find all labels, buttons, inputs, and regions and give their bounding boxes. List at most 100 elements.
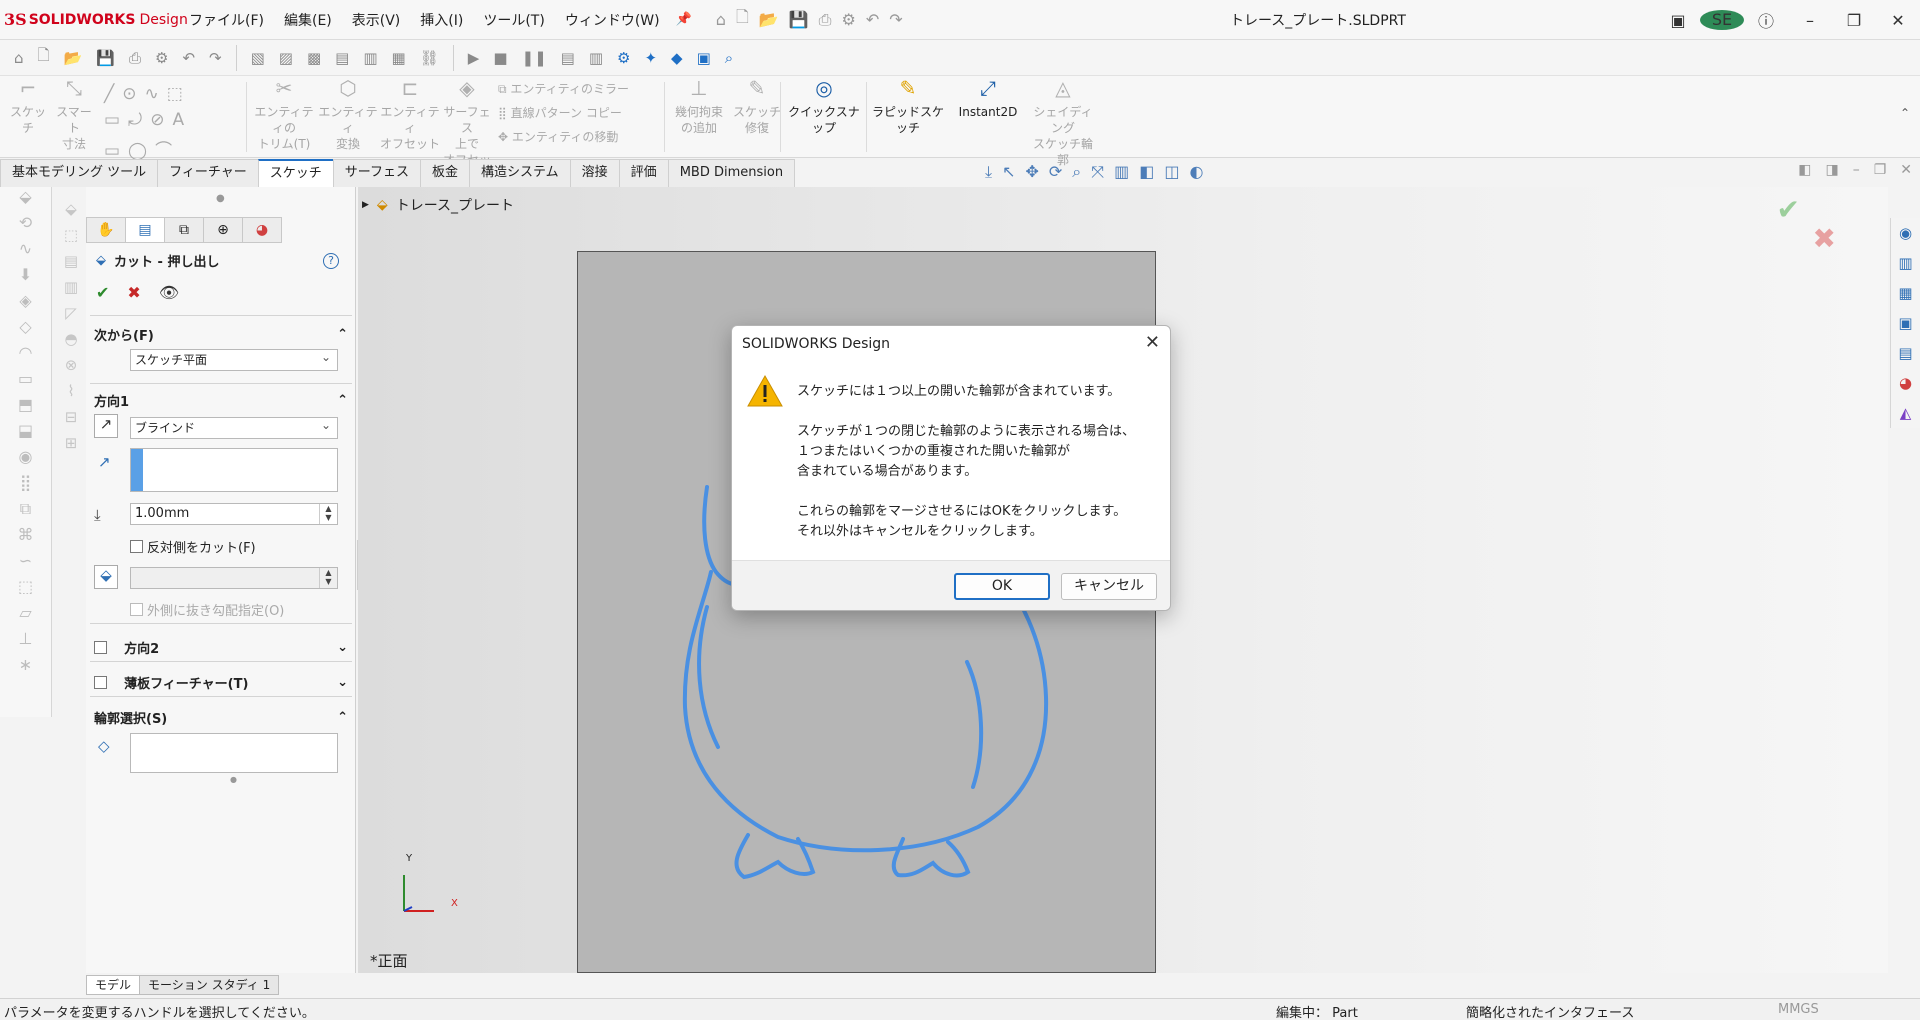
- loft-icon[interactable]: ⬙: [56, 200, 86, 226]
- pin-icon[interactable]: 📌: [676, 12, 692, 27]
- undo-icon[interactable]: ↶: [182, 49, 195, 67]
- axis-icon[interactable]: ⊥: [0, 629, 51, 655]
- swift-icon[interactable]: ✦: [644, 49, 657, 67]
- tab-features[interactable]: フィーチャー: [157, 159, 259, 187]
- display-style-icon[interactable]: ◧: [1139, 162, 1154, 182]
- combine-icon[interactable]: ⊞: [56, 434, 86, 460]
- revolve-cut-icon[interactable]: ◈: [0, 291, 51, 317]
- terminal-icon[interactable]: ▣: [1656, 11, 1700, 30]
- restore-icon[interactable]: ❐: [1832, 11, 1876, 30]
- view-palette-icon[interactable]: ▣: [1891, 308, 1920, 338]
- tab-model[interactable]: モデル: [86, 975, 141, 995]
- collapse-chevron-icon[interactable]: ⌃: [337, 710, 348, 725]
- macro-edit-icon[interactable]: ▥: [589, 49, 603, 67]
- loft-cut-icon[interactable]: ▤: [56, 252, 86, 278]
- dialog-close-icon[interactable]: ✕: [1145, 332, 1160, 353]
- resources-icon[interactable]: ◉: [1891, 218, 1920, 248]
- open-icon[interactable]: 📂: [64, 49, 83, 67]
- thin-feature-section-header[interactable]: 薄板フィーチャー(T) ⌄: [94, 673, 348, 692]
- expand-chevron-icon[interactable]: ⌄: [337, 640, 348, 655]
- extrude-cut-icon[interactable]: ⬇: [0, 265, 51, 291]
- options-gear-icon[interactable]: ⚙: [841, 10, 855, 29]
- help-icon[interactable]: ⓘ: [1744, 8, 1788, 32]
- reference-icon[interactable]: ⬚: [0, 577, 51, 603]
- open-icon[interactable]: 📂: [759, 10, 779, 29]
- appearances-icon[interactable]: ◕: [1891, 368, 1920, 398]
- home-icon[interactable]: ⌂: [14, 49, 24, 67]
- tab-structure-system[interactable]: 構造システム: [469, 159, 571, 187]
- gear-icon[interactable]: ⚙: [155, 49, 168, 67]
- new-document-icon[interactable]: 🗋: [38, 45, 50, 70]
- dome-icon[interactable]: ◓: [56, 330, 86, 356]
- plane-icon[interactable]: ▱: [0, 603, 51, 629]
- minimize-icon[interactable]: –: [1788, 11, 1832, 30]
- cancel-x-icon[interactable]: ✖: [127, 283, 140, 302]
- display-manager-tab-icon[interactable]: ◕: [242, 217, 282, 243]
- new-document-icon[interactable]: 🗋: [736, 6, 749, 33]
- expand-chevron-icon[interactable]: ⌄: [337, 675, 348, 690]
- collapse-chevron-icon[interactable]: ⌃: [337, 327, 348, 342]
- custom-properties-icon[interactable]: ▤: [1891, 338, 1920, 368]
- rib-icon[interactable]: ⬓: [0, 421, 51, 447]
- menu-file[interactable]: ファイル(F): [179, 10, 274, 30]
- print-icon[interactable]: ⎙: [819, 10, 832, 30]
- cancel-button[interactable]: キャンセル: [1061, 573, 1157, 600]
- addin-icon[interactable]: ⚙: [617, 49, 630, 67]
- tab-mbd-dimension[interactable]: MBD Dimension: [667, 159, 796, 187]
- instant2d-button[interactable]: ⤢ Instant2D: [950, 78, 1026, 120]
- move-entities-button[interactable]: ✥ エンティティの移動: [498, 128, 618, 145]
- sweep-icon[interactable]: ∿: [0, 239, 51, 265]
- reverse-direction-icon[interactable]: ↗: [94, 414, 118, 438]
- repair-sketch-button[interactable]: ✎ スケッチ 修復: [732, 78, 782, 136]
- tab-sketch[interactable]: スケッチ: [257, 159, 334, 187]
- block-icon[interactable]: ▨: [279, 49, 293, 67]
- mirror-feature-icon[interactable]: ⧉: [0, 499, 51, 525]
- thread-icon[interactable]: ⌇: [56, 382, 86, 408]
- tab-sheet-metal[interactable]: 板金: [420, 159, 471, 187]
- resize-grip-icon[interactable]: ●: [230, 775, 237, 784]
- view-orient-icon[interactable]: ⤓: [985, 162, 992, 182]
- property-manager-tab-icon[interactable]: ▤: [125, 217, 165, 243]
- feature-manager-tab-icon[interactable]: ✋: [86, 217, 126, 243]
- curve-icon[interactable]: ∽: [0, 551, 51, 577]
- tab-evaluate[interactable]: 評価: [618, 159, 669, 187]
- help-icon[interactable]: ?: [323, 253, 339, 269]
- slot-tools[interactable]: ▭◯⌒: [104, 136, 180, 161]
- direction-of-extrusion-box[interactable]: [130, 448, 338, 492]
- redo-icon[interactable]: ↷: [889, 10, 902, 29]
- direction2-checkbox[interactable]: 方向2: [94, 638, 159, 657]
- ok-check-icon[interactable]: ✔: [96, 283, 109, 302]
- undo-icon[interactable]: ↶: [866, 10, 879, 29]
- trim-entities-button[interactable]: ✂ エンティティの トリム(T): [252, 78, 316, 152]
- mirror-entities-button[interactable]: ⧉ エンティティのミラー: [498, 80, 629, 97]
- stop-icon[interactable]: ■: [493, 49, 507, 67]
- block-save-icon[interactable]: ▤: [335, 49, 349, 67]
- home-icon[interactable]: ⌂: [716, 10, 726, 29]
- revolve-icon[interactable]: ⟲: [0, 213, 51, 239]
- plugin-icon[interactable]: ◆: [671, 49, 683, 67]
- menu-view[interactable]: 表示(V): [342, 10, 411, 30]
- tile-right-icon[interactable]: ◨: [1825, 162, 1838, 178]
- menu-edit[interactable]: 編集(E): [274, 10, 342, 30]
- pattern-icon[interactable]: ⣿: [0, 473, 51, 499]
- direction2-section-header[interactable]: 方向2 ⌄: [94, 638, 348, 657]
- thin-feature-checkbox[interactable]: 薄板フィーチャー(T): [94, 673, 248, 692]
- hide-show-icon[interactable]: ◫: [1164, 162, 1179, 182]
- preview-eye-icon[interactable]: 👁: [159, 283, 179, 302]
- doc-restore-icon[interactable]: ❐: [1874, 162, 1887, 178]
- tab-weldments[interactable]: 溶接: [569, 159, 620, 187]
- selected-contours-box[interactable]: [130, 733, 338, 773]
- smart-dimension-button[interactable]: ⤡ スマート 寸法: [52, 78, 96, 152]
- panel-grip-icon[interactable]: ●: [216, 193, 225, 204]
- save-icon[interactable]: 💾: [789, 10, 809, 29]
- fillet-icon[interactable]: ◠: [0, 343, 51, 369]
- block-insert-icon[interactable]: ▩: [307, 49, 321, 67]
- add-relation-button[interactable]: ⊥ 幾何拘束 の追加: [668, 78, 730, 136]
- design-library-icon[interactable]: ▥: [1891, 248, 1920, 278]
- draft-on-off-icon[interactable]: ⬙: [94, 565, 118, 589]
- selected-contours-section-header[interactable]: 輪郭選択(S) ⌃: [94, 708, 348, 727]
- depth-input[interactable]: 1.00mm ▲ ▼: [130, 503, 338, 525]
- attach-icon[interactable]: ⎙: [129, 49, 141, 67]
- sweep-cut-icon[interactable]: ◇: [0, 317, 51, 343]
- split-icon[interactable]: ⊟: [56, 408, 86, 434]
